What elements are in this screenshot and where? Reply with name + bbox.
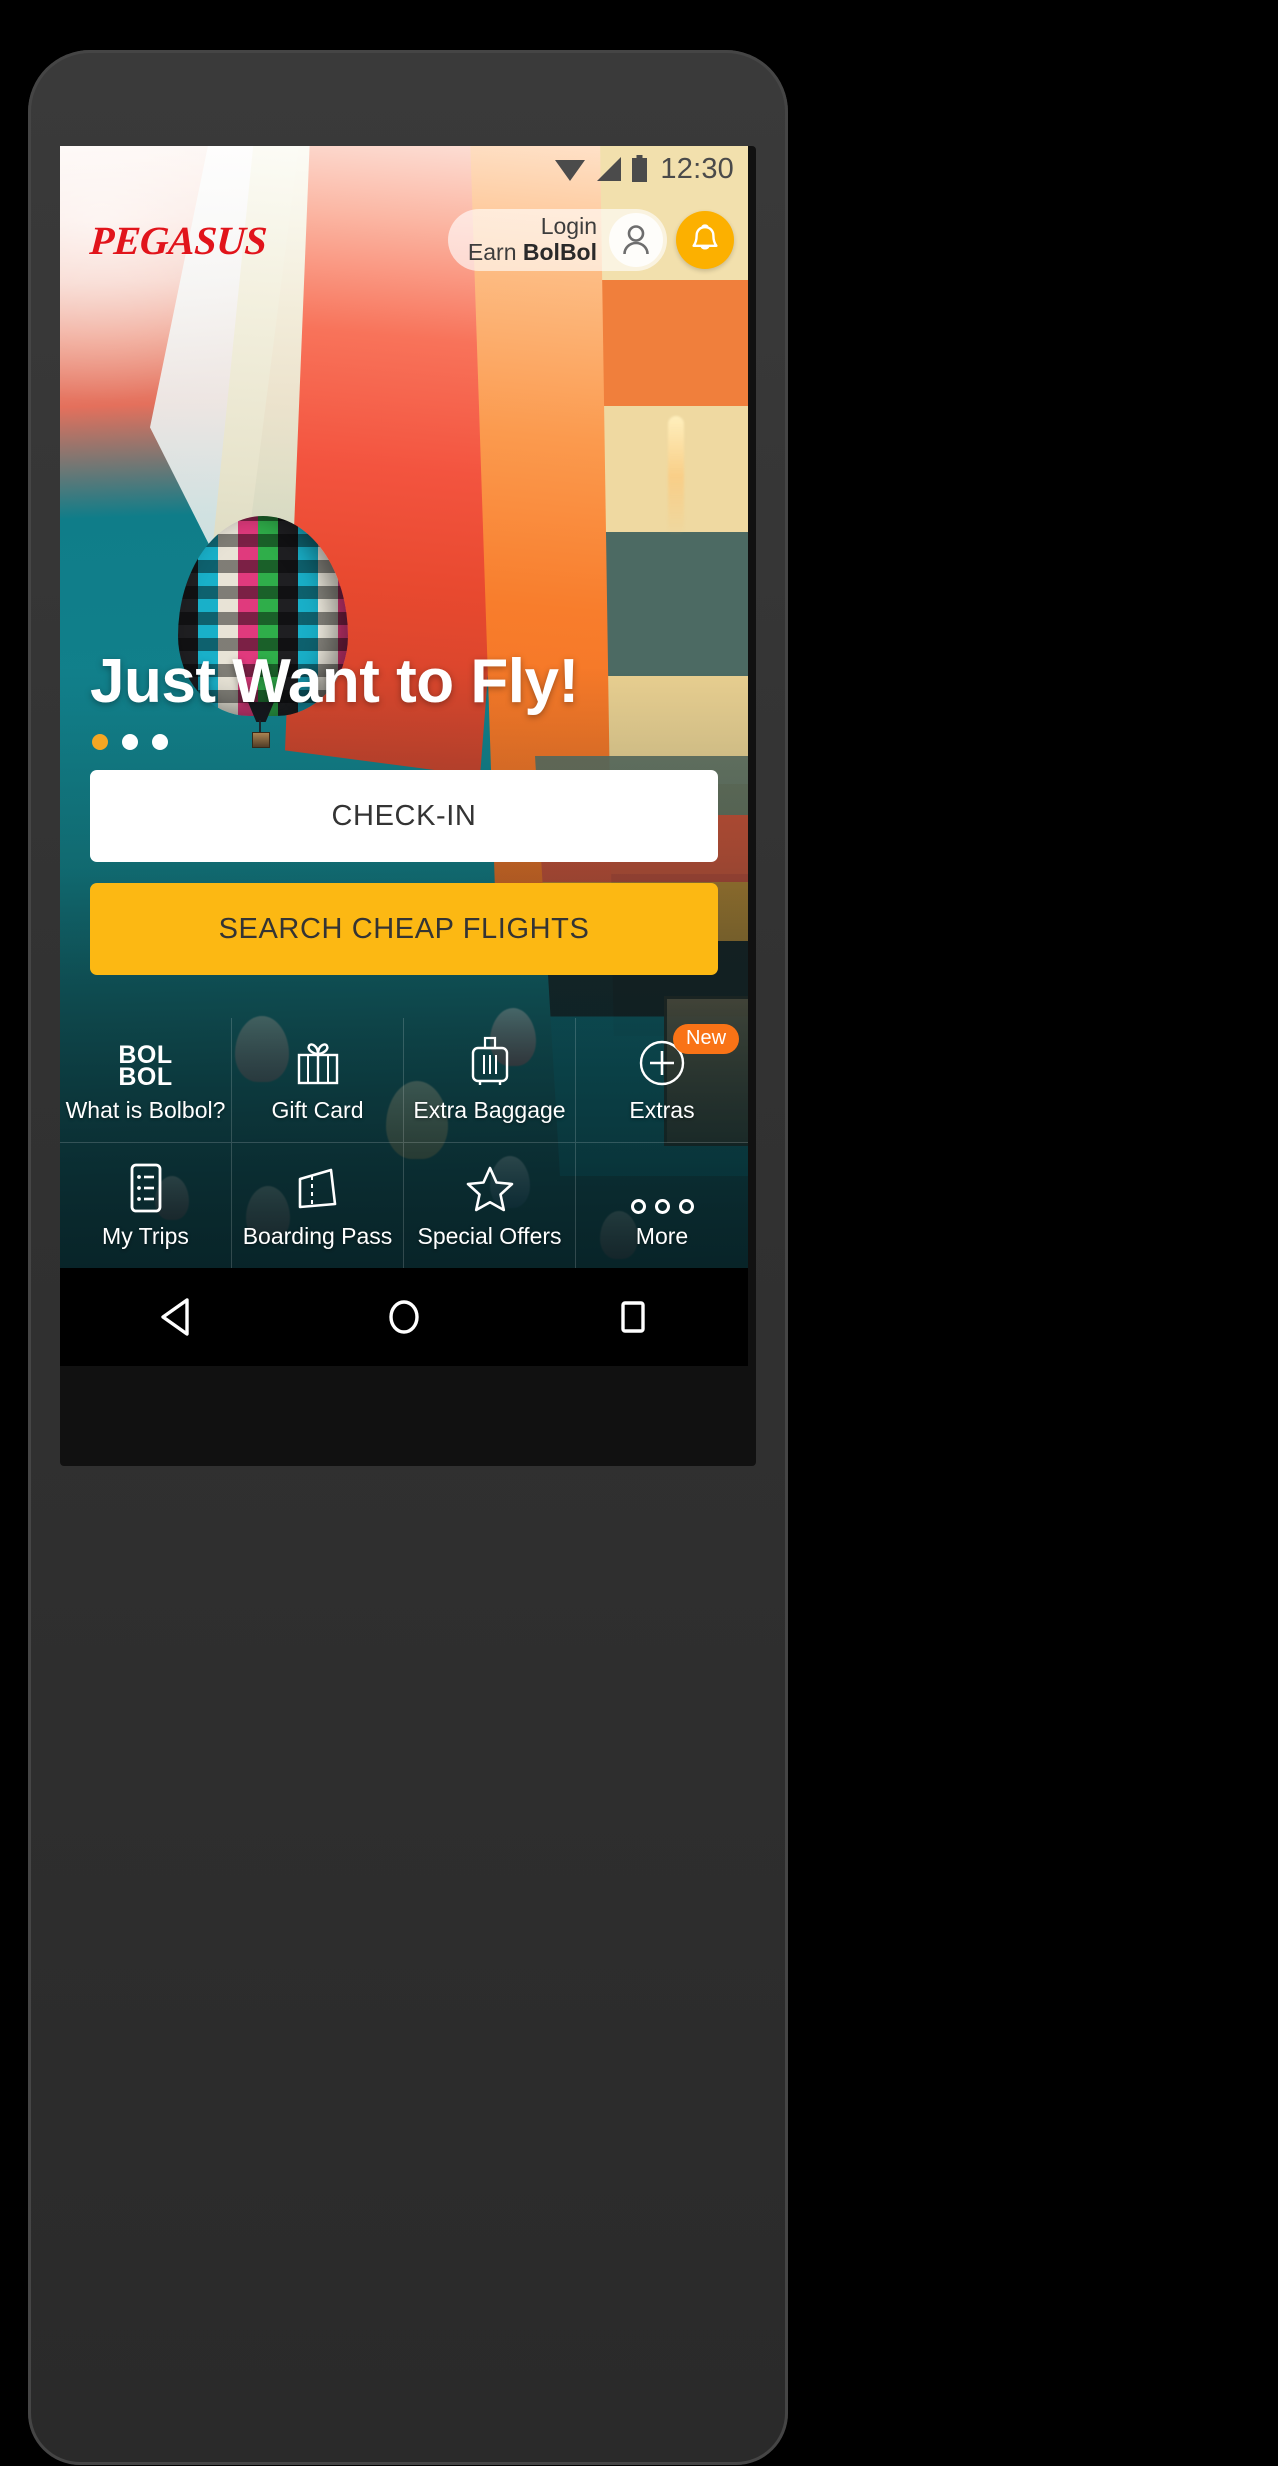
status-bar-clock: 12:30 [660,152,734,185]
earn-bolbol-line: Earn BolBol [467,239,597,266]
user-icon [623,225,649,255]
new-badge: New [673,1024,740,1054]
three-dots-icon [630,1198,694,1214]
menu-label: Extras [629,1097,695,1123]
menu-label: More [635,1222,689,1249]
suitcase-icon [471,1036,508,1085]
android-nav-bar [60,1268,748,1366]
primary-actions: CHECK-IN SEARCH CHEAP FLIGHTS [90,770,718,975]
star-icon [466,1166,513,1211]
status-bar: 12:30 [60,146,748,192]
earn-prefix: Earn [467,239,523,265]
menu-item-boarding-pass[interactable]: Boarding Pass [232,1143,404,1268]
back-triangle-icon [160,1298,189,1336]
menu-label: What is Bolbol? [65,1097,226,1123]
menu-item-extra-baggage[interactable]: Extra Baggage [404,1018,576,1143]
login-label: Login [540,213,597,240]
notifications-button[interactable] [676,211,734,269]
bolbol-logo-icon: BOL BOL [118,1036,173,1091]
nav-home-button[interactable] [349,1282,459,1352]
boarding-pass-icon [298,1168,336,1208]
home-circle-icon [389,1300,419,1334]
pegasus-logo[interactable]: PEGASUS [88,217,268,264]
menu-item-special-offers[interactable]: Special Offers [404,1143,576,1268]
nav-back-button[interactable] [120,1282,230,1352]
signal-icon [597,157,622,181]
check-in-button[interactable]: CHECK-IN [90,770,718,862]
bolbol-program-name: BolBol [522,239,597,265]
wifi-icon [555,160,586,181]
menu-label: Gift Card [271,1097,364,1123]
menu-item-more[interactable]: More [576,1143,748,1268]
carousel-dots[interactable] [92,734,168,750]
menu-item-what-is-bolbol[interactable]: BOL BOL What is Bolbol? [60,1018,232,1143]
menu-label: Boarding Pass [242,1222,393,1249]
login-earn-bolbol-button[interactable]: Login Earn BolBol [447,209,667,271]
menu-item-extras[interactable]: New Extras [576,1018,748,1143]
bell-icon [692,224,718,250]
carousel-dot-2[interactable] [122,734,138,750]
bolbol-line-2: BOL [118,1062,173,1091]
carousel-dot-1[interactable] [92,734,108,750]
list-icon [130,1163,161,1212]
balloon-burner-flame [668,416,684,536]
avatar[interactable] [609,213,663,267]
phone-screen: 12:30 PEGASUS Login Earn BolBol Just Wan… [60,146,748,1366]
search-cheap-flights-button[interactable]: SEARCH CHEAP FLIGHTS [90,883,718,975]
menu-item-my-trips[interactable]: My Trips [60,1143,232,1268]
menu-label: My Trips [102,1222,189,1249]
quick-menu-grid: BOL BOL What is Bolbol? Gift Card Extra … [60,1018,748,1268]
login-pill-text: Login Earn BolBol [467,213,609,266]
recents-square-icon [621,1301,646,1333]
gift-icon [297,1043,338,1085]
menu-label: Special Offers [417,1222,562,1249]
header-actions: Login Earn BolBol [447,209,734,271]
hero-headline: Just Want to Fly! [90,647,579,716]
menu-label: Extra Baggage [413,1097,566,1123]
carousel-dot-3[interactable] [152,734,168,750]
nav-recents-button[interactable] [578,1282,688,1352]
menu-item-gift-card[interactable]: Gift Card [232,1018,404,1143]
battery-icon [632,155,648,182]
app-header: PEGASUS Login Earn BolBol [60,198,748,282]
